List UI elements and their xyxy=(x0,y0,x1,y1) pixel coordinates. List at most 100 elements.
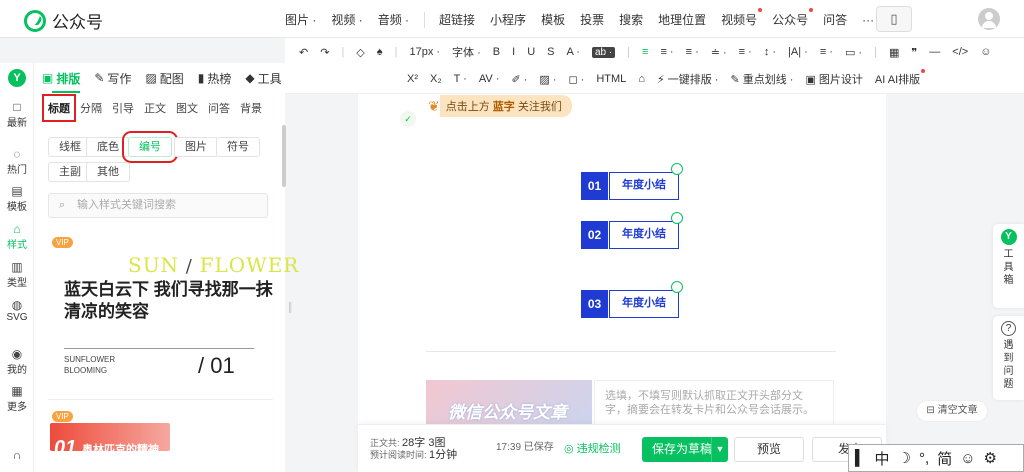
style-card-sunflower[interactable]: VIP SUN / FLOWER 蓝天白云下 我们寻找那一抹清凉的笑容 SUNF… xyxy=(48,231,298,386)
menu-item-insert-8[interactable]: 问答 xyxy=(823,11,847,28)
preview-button[interactable]: 预览 xyxy=(734,437,804,462)
category-tab-6[interactable]: 背景 xyxy=(240,100,262,116)
heading-handle-icon[interactable] xyxy=(671,212,683,224)
menu-item-insert-4[interactable]: 搜索 xyxy=(619,11,643,28)
toolbar-button-row1-4[interactable]: ♠ xyxy=(377,46,383,58)
toolbar-button-row1-1[interactable]: ↷ xyxy=(320,46,329,59)
toolbar-button-row1-29[interactable]: ☺ xyxy=(980,46,991,58)
violation-check-button[interactable]: ◎ 违规检测 xyxy=(564,440,621,456)
rail-item-我的[interactable]: ◉ 我的 xyxy=(0,348,34,377)
ime-item-2[interactable]: °, xyxy=(919,450,929,467)
toolbar-button-row2-9[interactable]: ⚡ 一键排版 · xyxy=(657,71,719,87)
menu-item-insert-5[interactable]: 地理位置 xyxy=(658,11,706,28)
numbered-heading-3[interactable]: 03 年度小结 xyxy=(581,281,683,318)
ime-item-1[interactable]: ☽ xyxy=(898,449,911,467)
toolbar-button-row1-16[interactable]: ≡ · xyxy=(660,46,673,58)
ime-item-5[interactable]: ⚙ xyxy=(984,449,997,467)
menu-item-insert-6[interactable]: 视频号 xyxy=(721,8,763,28)
toolbar-button-row1-10[interactable]: U xyxy=(527,46,535,58)
numbered-heading-1[interactable]: 01 年度小结 xyxy=(581,163,683,200)
panel-resize-handle[interactable]: ║ xyxy=(287,300,293,314)
help-button[interactable]: ? 遇到问题 xyxy=(993,316,1024,400)
rail-item-热门[interactable]: ◌ 热门 xyxy=(0,148,34,177)
ime-item-4[interactable]: ☺ xyxy=(960,450,975,467)
tab-4[interactable]: ◆ 工具 xyxy=(245,63,281,93)
toolbar-button-row2-1[interactable]: X₂ xyxy=(430,73,442,85)
plugin-logo-icon[interactable]: Y xyxy=(8,69,26,87)
toolbar-button-row1-13[interactable]: ab · xyxy=(591,46,616,58)
phone-preview-button[interactable]: ▯ xyxy=(876,6,912,32)
menu-item-1[interactable]: 视频 · xyxy=(331,11,362,28)
menu-item-insert-1[interactable]: 小程序 xyxy=(490,11,526,28)
toolbar-button-row1-0[interactable]: ↶ xyxy=(299,46,308,59)
toolbar-button-row2-2[interactable]: T · xyxy=(454,73,467,85)
toolbar-button-row2-3[interactable]: AV · xyxy=(479,73,500,85)
toolbar-button-row2-5[interactable]: ▨ · xyxy=(539,73,556,86)
numbered-heading-2[interactable]: 02 年度小结 xyxy=(581,212,683,249)
toolbar-button-row2-4[interactable]: ✐ · xyxy=(511,73,527,86)
rail-item-模板[interactable]: ▤ 模板 xyxy=(0,185,34,214)
toolbar-button-row2-10[interactable]: ✎ 重点划线 · xyxy=(730,71,793,87)
rail-item-样式[interactable]: ⌂ 样式 xyxy=(0,223,34,252)
toolbar-button-row1-12[interactable]: A · xyxy=(566,46,579,58)
category-tab-5[interactable]: 问答 xyxy=(208,100,230,116)
toolbar-button-row1-25[interactable]: ▦ xyxy=(889,46,899,59)
rail-item-extra[interactable]: ∩ xyxy=(0,449,34,462)
toolbar-button-row1-7[interactable]: 字体 · xyxy=(452,44,481,60)
filter-chip-4[interactable]: 符号 xyxy=(216,137,260,157)
category-tab-0[interactable]: 标题 xyxy=(42,94,76,122)
category-tab-4[interactable]: 图文 xyxy=(176,100,198,116)
menu-item-2[interactable]: 音频 · xyxy=(378,11,409,28)
toolbar-button-row1-18[interactable]: ≐ · xyxy=(711,46,727,59)
toolbar-button-row1-8[interactable]: B xyxy=(493,46,500,58)
ime-item-0[interactable]: 中 xyxy=(875,448,890,469)
toolbar-button-row1-27[interactable]: — xyxy=(929,46,940,58)
app-logo[interactable]: 公众号 xyxy=(24,8,103,33)
heading-handle-icon[interactable] xyxy=(671,163,683,175)
menu-item-0[interactable]: 图片 · xyxy=(285,11,316,28)
toolbar-button-row1-11[interactable]: S xyxy=(547,46,554,58)
category-tab-2[interactable]: 引导 xyxy=(112,100,134,116)
save-draft-button[interactable]: 保存为草稿 ▼ xyxy=(642,437,728,462)
toolbar-button-row1-15[interactable]: ≡ xyxy=(642,46,648,58)
rail-item-类型[interactable]: ▥ 类型 xyxy=(0,261,34,290)
rail-item-SVG[interactable]: ◍ SVG xyxy=(0,299,34,324)
filter-chip-row2-1[interactable]: 其他 xyxy=(86,162,130,182)
menu-item-insert-3[interactable]: 投票 xyxy=(580,11,604,28)
rail-item-更多[interactable]: ▦ 更多 xyxy=(0,385,34,414)
toolbar-button-row1-26[interactable]: ❞ xyxy=(911,46,917,59)
toolbar-button-row1-17[interactable]: ≡ · xyxy=(686,46,699,58)
panel-scrollbar[interactable] xyxy=(282,125,286,187)
toolbar-button-row1-28[interactable]: </> xyxy=(952,46,968,58)
toolbar-button-row2-11[interactable]: ▣ 图片设计 xyxy=(805,71,862,87)
toolbar-button-row2-7[interactable]: HTML xyxy=(596,73,626,85)
ime-handle[interactable]: ▍ xyxy=(855,449,867,467)
style-search-input[interactable]: ⌕ 输入样式关键词搜索 xyxy=(48,193,268,218)
avatar[interactable] xyxy=(978,8,1000,30)
plugin-marker-icon[interactable]: ✓ xyxy=(400,111,416,127)
heading-handle-icon[interactable] xyxy=(671,281,683,293)
tab-1[interactable]: ✎ 写作 xyxy=(94,63,131,93)
tab-0[interactable]: ▣ 排版 xyxy=(42,63,81,93)
more-icon[interactable]: ··· xyxy=(862,13,874,27)
toolbar-button-row1-9[interactable]: I xyxy=(512,46,515,58)
category-tab-1[interactable]: 分隔 xyxy=(80,100,102,116)
filter-chip-2[interactable]: 编号 xyxy=(122,131,178,163)
toolbar-button-row1-21[interactable]: |A| · xyxy=(788,46,808,58)
article-editor[interactable]: ✓ ❦ 点击上方 蓝字 关注我们 01 年度小结 02 年度小结 03 年度小结 微信公众… xyxy=(358,94,886,472)
toolbar-button-row2-6[interactable]: ◻ · xyxy=(569,73,585,86)
filter-chip-3[interactable]: 图片 xyxy=(174,137,218,157)
toolbar-button-row1-22[interactable]: ≡ · xyxy=(820,46,833,58)
tab-3[interactable]: ▮ 热榜 xyxy=(198,63,232,93)
tab-2[interactable]: ▨ 配图 xyxy=(145,63,183,93)
toolbar-button-row1-19[interactable]: ≡ · xyxy=(739,46,752,58)
chevron-down-icon[interactable]: ▼ xyxy=(711,437,728,462)
category-tab-3[interactable]: 正文 xyxy=(144,100,166,116)
toolbar-button-row2-8[interactable]: ⌂ xyxy=(638,73,645,85)
toolbar-button-row1-3[interactable]: ◇ xyxy=(356,46,364,59)
rail-item-最新[interactable]: □ 最新 xyxy=(0,101,34,130)
filter-chip-1[interactable]: 底色 xyxy=(86,137,130,157)
clear-article-button[interactable]: ⊟ 清空文章 xyxy=(916,400,988,422)
menu-item-insert-2[interactable]: 模板 xyxy=(541,11,565,28)
style-card-olympic[interactable]: VIP 01 奥林匹克的精神 Olympic Games xyxy=(48,405,270,472)
